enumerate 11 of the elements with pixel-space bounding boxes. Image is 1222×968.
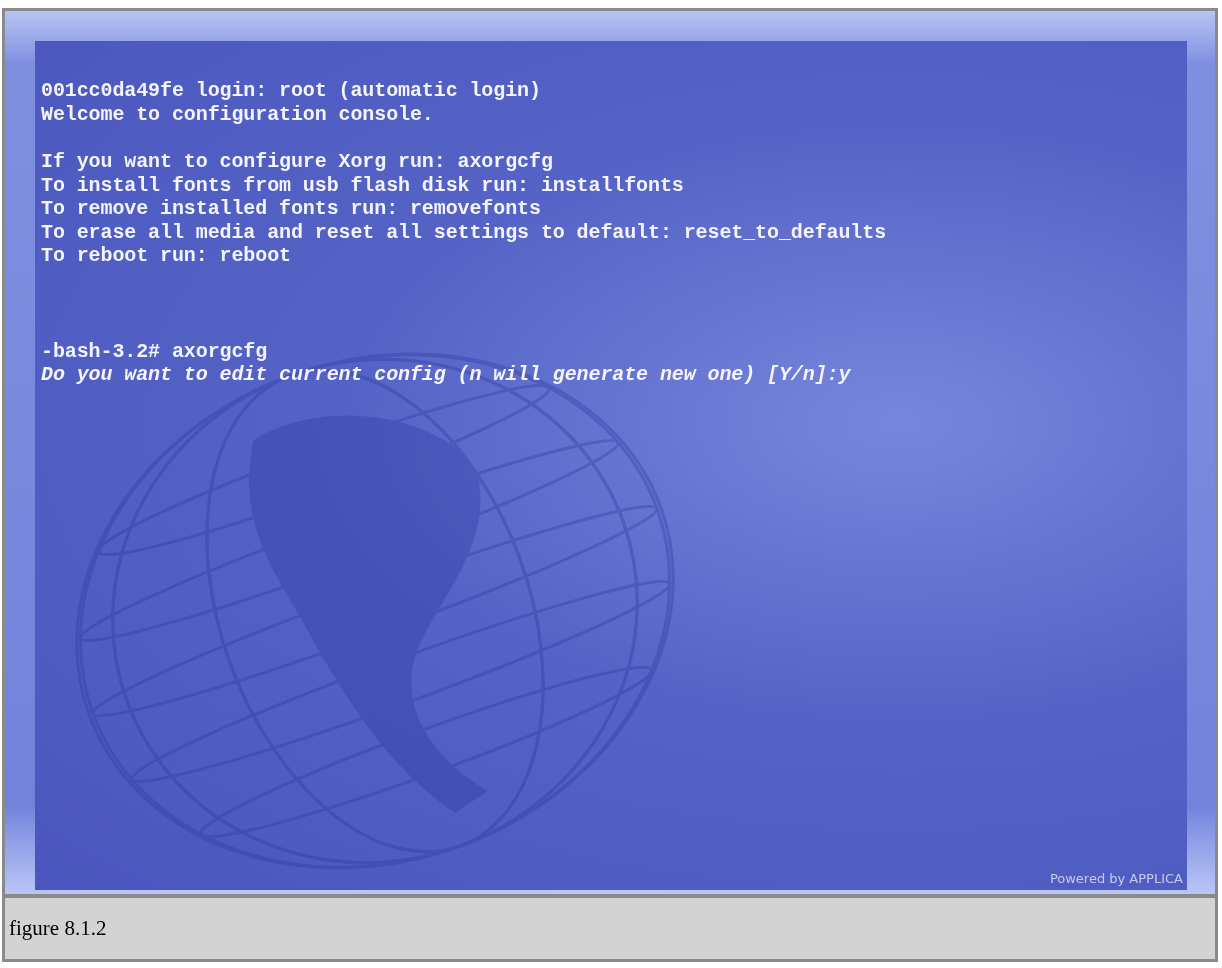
branding-text: Powered by APPLICA bbox=[1049, 871, 1183, 886]
console-line: To reboot run: reboot bbox=[41, 244, 291, 268]
console-line: -bash-3.2# axorgcfg bbox=[41, 339, 268, 363]
prompt-question: Do you want to edit current config (n will generate new one) [Y/n]:y bbox=[41, 363, 851, 387]
console-line: To remove installed fonts run: removefonts bbox=[41, 197, 541, 221]
console-line: To erase all media and reset all settings to default: reset_to_defaults bbox=[41, 220, 887, 244]
console-line: Welcome to configuration console. bbox=[41, 102, 434, 126]
console-line: To install fonts from usb flash disk run: installfonts bbox=[41, 173, 684, 197]
console-line: 001cc0da49fe login: root (automatic login) bbox=[41, 79, 541, 103]
figure-caption: figure 8.1.2 bbox=[9, 916, 107, 941]
console-line: If you want to configure Xorg run: axorgcfg bbox=[41, 150, 553, 174]
